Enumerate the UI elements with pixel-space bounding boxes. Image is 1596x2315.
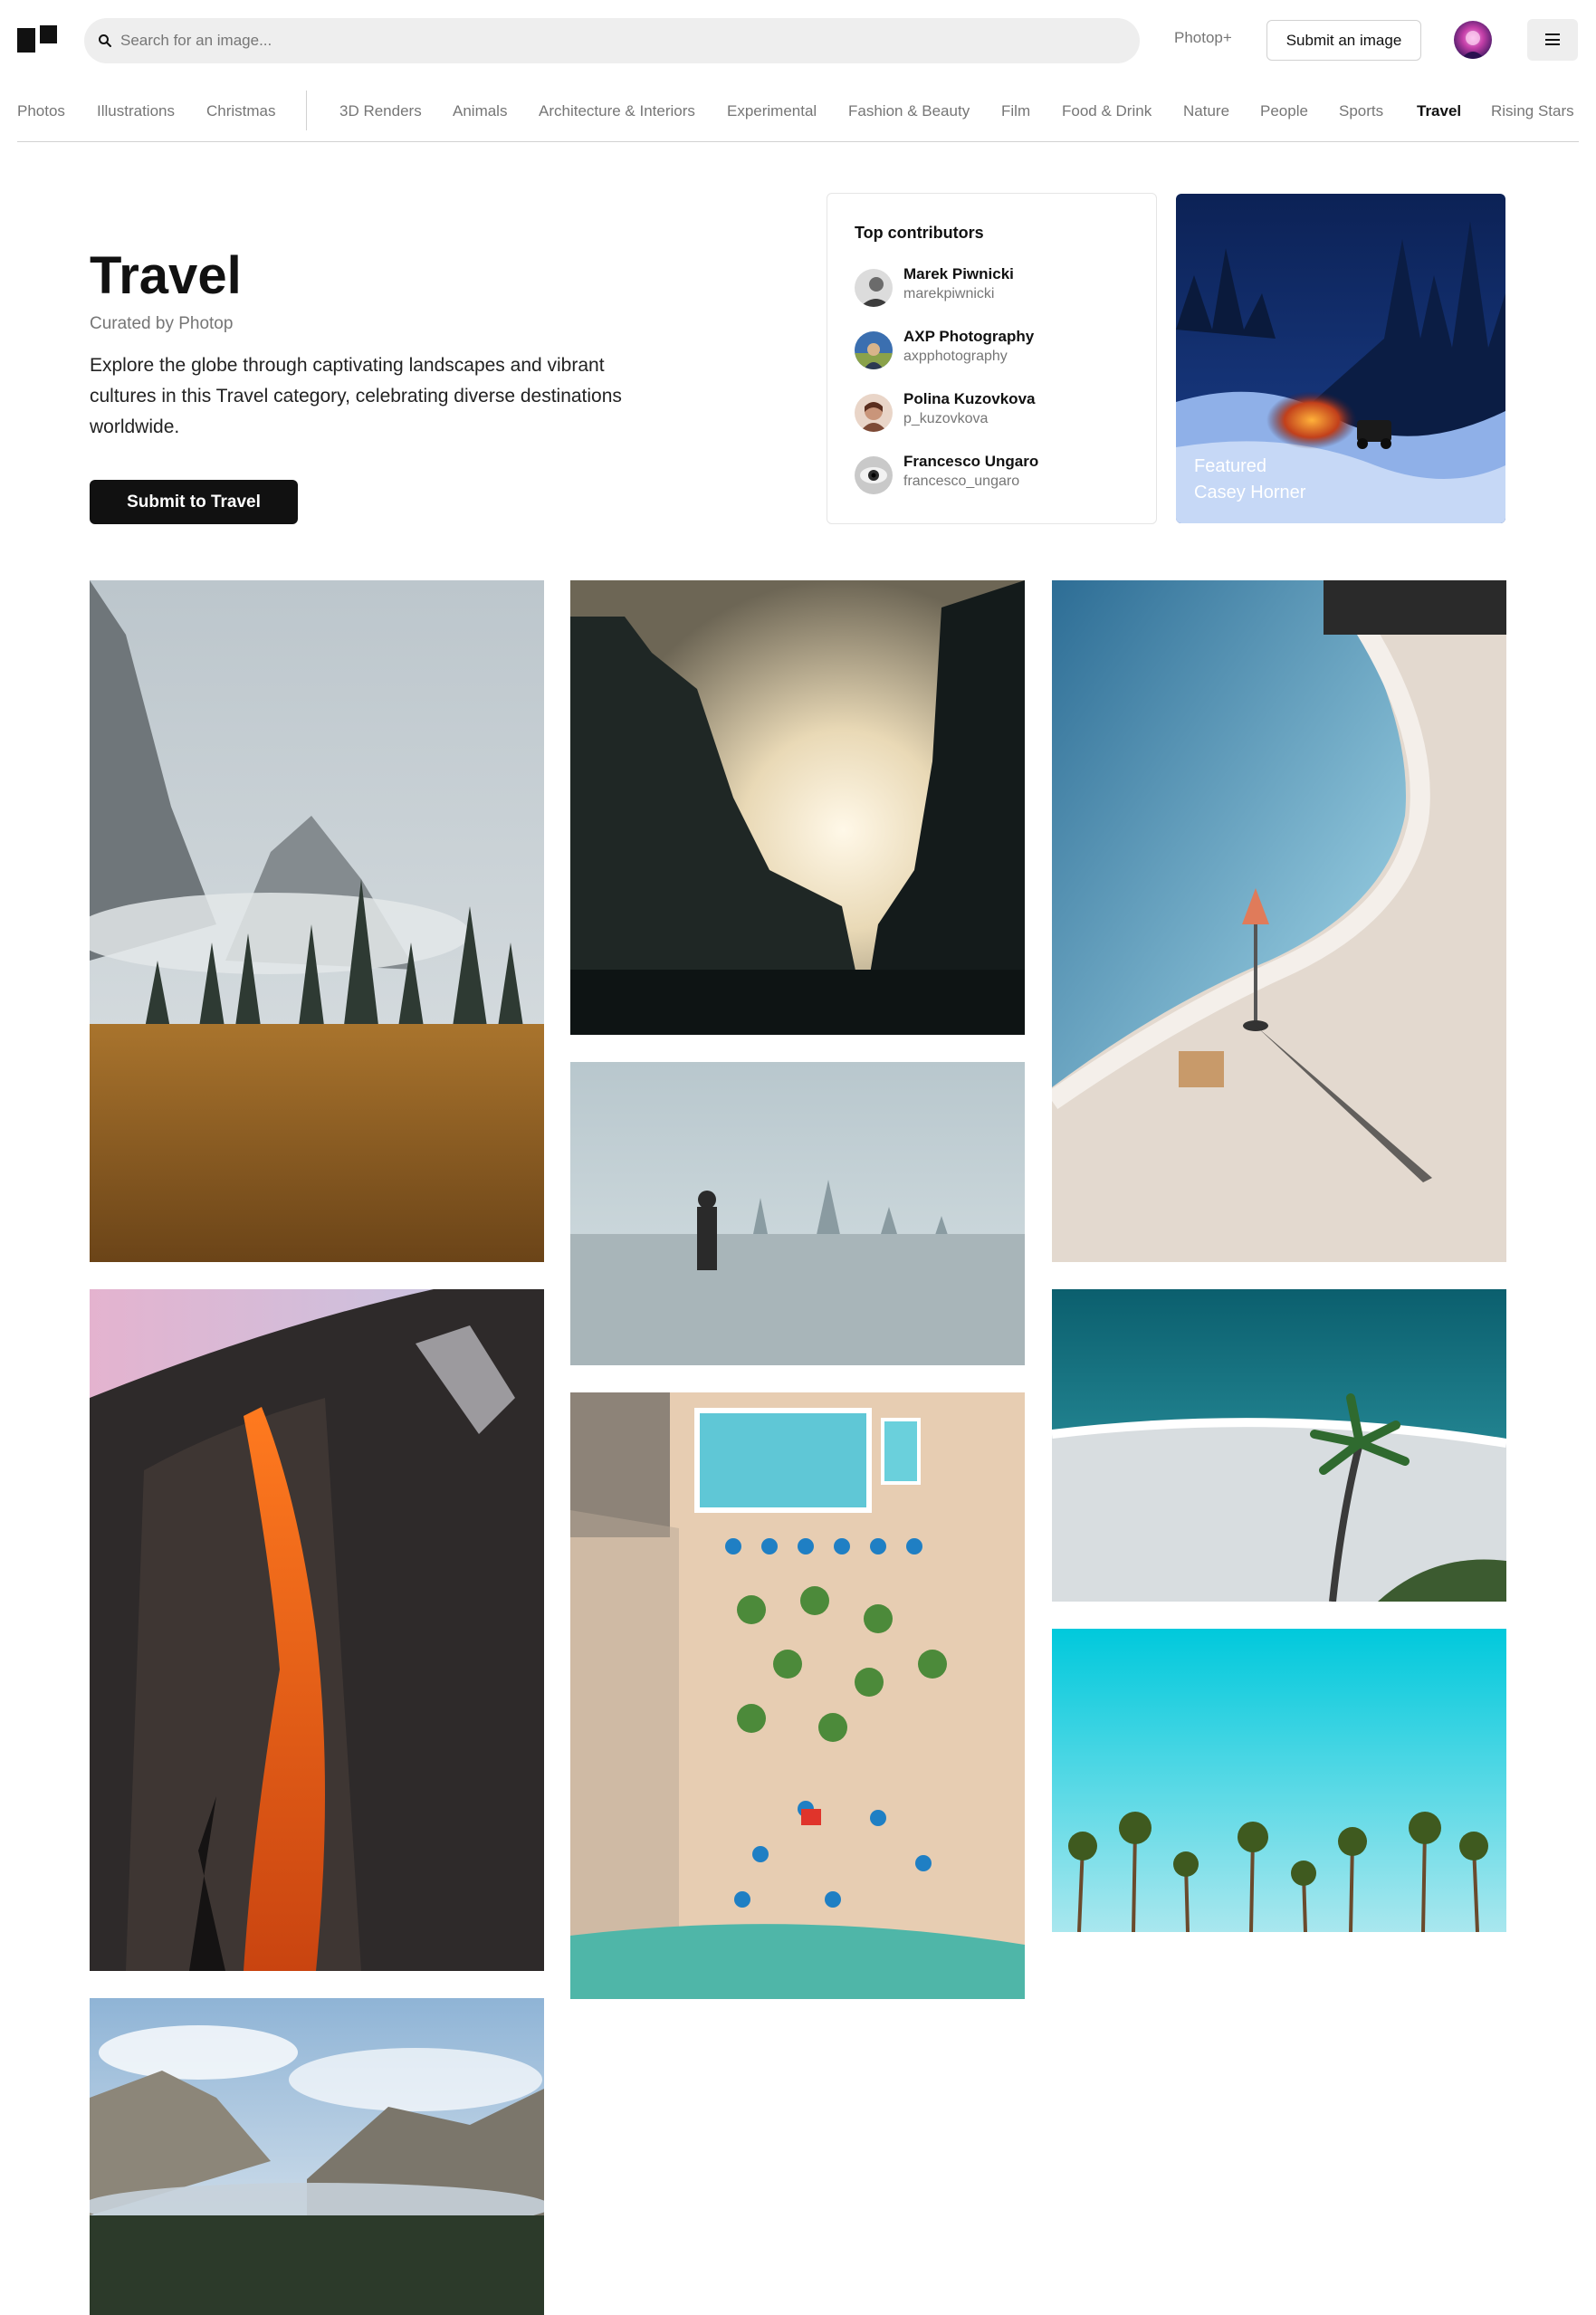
top-bar: Photop+ Submit an image xyxy=(0,0,1596,78)
contributor-row[interactable]: AXP Photography axpphotography xyxy=(855,328,1144,373)
contributor-handle: axpphotography xyxy=(903,349,1008,364)
nav-item-photos[interactable]: Photos xyxy=(17,96,65,127)
photo-tile[interactable] xyxy=(90,580,544,1262)
nav-item-travel[interactable]: Travel xyxy=(1417,96,1461,127)
photo-firefall-cliff xyxy=(90,1289,544,1971)
featured-label: Featured xyxy=(1194,456,1267,476)
logo-mark-right xyxy=(40,25,57,43)
contributor-row[interactable]: Francesco Ungaro francesco_ungaro xyxy=(855,453,1144,498)
photo-tile[interactable] xyxy=(1052,580,1506,1262)
top-contributors-heading: Top contributors xyxy=(855,224,984,242)
curated-by: Curated by Photop xyxy=(90,314,234,333)
nav-item-christmas[interactable]: Christmas xyxy=(206,96,276,127)
nav-item-nature[interactable]: Nature xyxy=(1183,96,1229,127)
contributor-name: Polina Kuzovkova xyxy=(903,390,1036,407)
photo-tile[interactable] xyxy=(90,1289,544,1971)
photo-canyon-sunlight xyxy=(570,580,1025,1035)
search-input[interactable] xyxy=(120,18,1116,63)
contributor-row[interactable]: Marek Piwnicki marekpiwnicki xyxy=(855,265,1144,311)
nav-item-experimental[interactable]: Experimental xyxy=(727,96,817,127)
photo-tile[interactable] xyxy=(570,1392,1025,1999)
photo-tile[interactable] xyxy=(570,580,1025,1035)
featured-photo[interactable]: Featured Casey Horner xyxy=(1176,194,1505,523)
photo-tile[interactable] xyxy=(1052,1289,1506,1602)
top-contributors-card: Top contributors Marek Piwnicki marekpiw… xyxy=(827,193,1157,524)
logo[interactable] xyxy=(17,25,59,53)
contributor-avatar xyxy=(855,456,893,494)
contributor-row[interactable]: Polina Kuzovkova p_kuzovkova xyxy=(855,390,1144,435)
contributor-handle: p_kuzovkova xyxy=(903,411,989,426)
photo-aerial-beach xyxy=(570,1392,1025,1999)
logo-mark-left xyxy=(17,28,35,53)
photo-palm-sky xyxy=(1052,1629,1506,1932)
user-avatar[interactable] xyxy=(1454,21,1492,59)
photo-frosty-field xyxy=(570,1062,1025,1365)
photo-misty-meadow xyxy=(90,580,544,1262)
photo-pool-umbrella xyxy=(1052,580,1506,1262)
nav-item-film[interactable]: Film xyxy=(1001,96,1030,127)
category-nav: Photos Illustrations Christmas 3D Render… xyxy=(0,78,1596,143)
contributor-name: AXP Photography xyxy=(903,328,1035,345)
nav-item-people[interactable]: People xyxy=(1260,96,1308,127)
nav-item-architecture[interactable]: Architecture & Interiors xyxy=(539,96,695,127)
contributor-avatar xyxy=(855,269,893,307)
nav-item-food[interactable]: Food & Drink xyxy=(1062,96,1152,127)
contributor-name: Francesco Ungaro xyxy=(903,453,1039,470)
category-description: Explore the globe through captivating la… xyxy=(90,355,622,437)
contributor-avatar xyxy=(855,331,893,369)
contributor-name: Marek Piwnicki xyxy=(903,265,1014,282)
photo-valley-view xyxy=(90,1998,544,2315)
photo-tropical-shore xyxy=(1052,1289,1506,1602)
nav-divider xyxy=(306,91,307,130)
photop-plus-link[interactable]: Photop+ xyxy=(1174,29,1232,47)
submit-to-travel-button[interactable]: Submit to Travel xyxy=(90,480,298,524)
avatar-image xyxy=(1454,21,1492,59)
featured-author: Casey Horner xyxy=(1194,483,1306,502)
nav-item-animals[interactable]: Animals xyxy=(453,96,507,127)
nav-underline xyxy=(17,141,1579,142)
submit-image-button[interactable]: Submit an image xyxy=(1266,20,1421,61)
menu-icon xyxy=(1545,33,1560,45)
search-bar[interactable] xyxy=(84,18,1140,63)
nav-item-sports[interactable]: Sports xyxy=(1339,96,1383,127)
search-icon xyxy=(99,34,111,47)
menu-button[interactable] xyxy=(1527,19,1578,61)
photo-tile[interactable] xyxy=(1052,1629,1506,1932)
page-title: Travel xyxy=(90,246,242,305)
contributor-handle: francesco_ungaro xyxy=(903,474,1020,489)
nav-item-3d-renders[interactable]: 3D Renders xyxy=(339,96,422,127)
nav-item-rising-stars[interactable]: Rising Stars xyxy=(1491,96,1574,127)
featured-caption: Featured Casey Horner xyxy=(1194,454,1305,506)
photo-tile[interactable] xyxy=(90,1998,544,2315)
nav-item-illustrations[interactable]: Illustrations xyxy=(97,96,175,127)
nav-item-fashion[interactable]: Fashion & Beauty xyxy=(848,96,970,127)
photo-tile[interactable] xyxy=(570,1062,1025,1365)
contributor-handle: marekpiwnicki xyxy=(903,286,995,301)
contributor-avatar xyxy=(855,394,893,432)
